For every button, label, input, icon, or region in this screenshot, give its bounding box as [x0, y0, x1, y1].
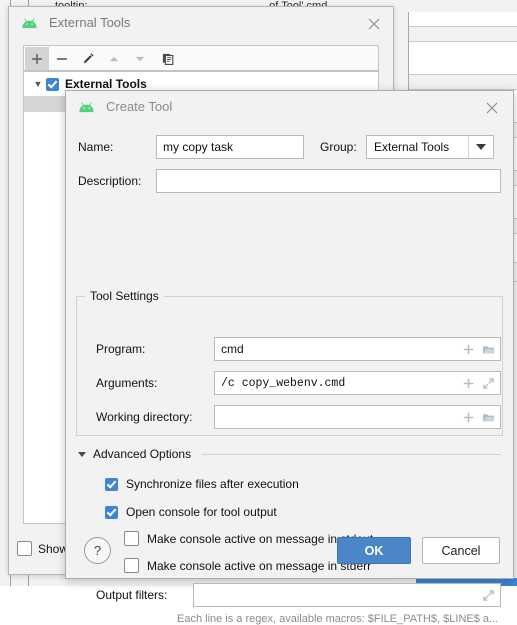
advanced-options-rule — [202, 453, 501, 455]
checkbox-label: Open console for tool output — [126, 505, 277, 519]
create-tool-dialog: Create Tool Name: my copy task Group: Ex… — [65, 90, 514, 625]
android-icon — [78, 102, 95, 113]
expand-icon[interactable] — [482, 377, 495, 390]
arguments-field-icons — [462, 372, 495, 394]
plus-icon[interactable] — [462, 377, 475, 390]
group-select[interactable]: External Tools — [366, 135, 494, 159]
checkbox-box[interactable] — [105, 477, 118, 491]
backdrop-row-stripe — [409, 74, 517, 90]
checkbox-synchronize-files[interactable]: Synchronize files after execution — [105, 477, 299, 491]
description-field-row: Description: — [78, 169, 501, 193]
ok-button[interactable]: OK — [337, 537, 411, 564]
chevron-down-icon[interactable]: ▼ — [30, 79, 46, 89]
checkbox-console-active-stdout[interactable]: Make console active on message in stdout — [124, 531, 373, 546]
pencil-icon[interactable] — [76, 47, 100, 70]
output-filters-label: Output filters: — [96, 588, 168, 602]
tree-row-label: External Tools — [65, 77, 147, 91]
add-button[interactable] — [25, 47, 49, 70]
plus-icon[interactable] — [462, 343, 475, 356]
name-label: Name: — [78, 140, 114, 154]
external-tools-title: External Tools — [49, 15, 131, 30]
copy-icon[interactable] — [156, 47, 180, 70]
expand-icon[interactable] — [482, 589, 495, 602]
chevron-down-icon — [78, 451, 86, 457]
remove-button[interactable] — [50, 47, 74, 70]
chevron-down-icon[interactable] — [468, 136, 493, 158]
close-icon[interactable] — [483, 99, 501, 117]
checkbox-box[interactable] — [124, 558, 139, 573]
working-directory-field-icons — [462, 406, 495, 428]
help-button[interactable]: ? — [84, 537, 111, 564]
advanced-options-header[interactable]: Advanced Options — [78, 446, 501, 462]
plus-icon[interactable] — [462, 411, 475, 424]
checkbox-box[interactable] — [105, 505, 118, 519]
program-input[interactable]: cmd — [214, 337, 501, 361]
name-input[interactable]: my copy task — [156, 135, 304, 159]
checkbox-console-active-stderr[interactable]: Make console active on message in stderr — [124, 558, 371, 573]
show-all-checkbox[interactable] — [17, 541, 32, 556]
description-label: Description: — [78, 174, 142, 188]
create-tool-titlebar: Create Tool — [66, 91, 513, 124]
program-input-value: cmd — [221, 342, 244, 356]
close-icon[interactable] — [365, 15, 383, 33]
checkbox-open-console[interactable]: Open console for tool output — [105, 505, 277, 519]
folder-icon[interactable] — [482, 411, 495, 424]
tool-settings-legend: Tool Settings — [85, 289, 164, 303]
create-tool-title: Create Tool — [106, 99, 173, 114]
group-select-value: External Tools — [374, 140, 450, 154]
external-tools-titlebar: External Tools — [9, 7, 393, 40]
output-filters-row: Output filters: — [96, 583, 501, 607]
output-filters-field-icons — [482, 584, 495, 606]
output-filters-hint: Each line is a regex, available macros: … — [177, 613, 499, 625]
advanced-options-label: Advanced Options — [93, 447, 192, 461]
program-field-icons — [462, 338, 495, 360]
group-label: Group: — [320, 140, 357, 154]
program-label: Program: — [96, 342, 146, 356]
working-directory-label: Working directory: — [96, 410, 193, 424]
arguments-input-value: /c copy_webenv.cmd — [221, 376, 346, 390]
cancel-button[interactable]: Cancel — [422, 537, 500, 564]
external-tools-toolbar — [23, 45, 379, 71]
name-field-row: Name: my copy task Group: External Tools — [78, 135, 494, 159]
program-field-row: Program: cmd — [96, 337, 501, 361]
tree-checkbox[interactable] — [46, 77, 59, 91]
checkbox-box[interactable] — [124, 531, 139, 546]
working-directory-input[interactable] — [214, 405, 501, 429]
arguments-input[interactable]: /c copy_webenv.cmd — [214, 371, 501, 395]
working-directory-field-row: Working directory: — [96, 405, 501, 429]
arrow-down-icon — [128, 47, 152, 70]
arguments-label: Arguments: — [96, 376, 158, 390]
folder-icon[interactable] — [482, 343, 495, 356]
android-icon — [21, 18, 38, 29]
backdrop-row-stripe — [409, 26, 517, 42]
arguments-field-row: Arguments: /c copy_webenv.cmd — [96, 371, 501, 395]
arrow-up-icon — [102, 47, 126, 70]
output-filters-input[interactable] — [193, 583, 501, 607]
checkbox-label: Synchronize files after execution — [126, 477, 299, 491]
description-input[interactable] — [156, 169, 501, 193]
